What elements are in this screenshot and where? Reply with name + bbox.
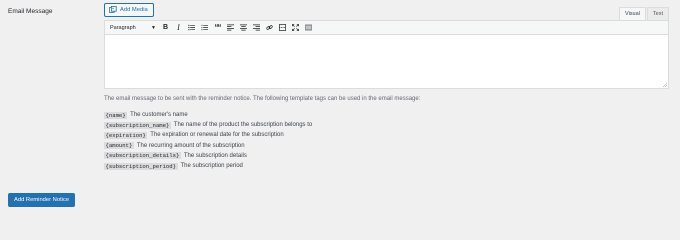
email-message-content-area[interactable] (104, 35, 669, 89)
list-item: {expiration} The expiration or renewal da… (104, 130, 312, 140)
tab-text[interactable]: Text (646, 7, 669, 20)
italic-button[interactable]: I (172, 22, 185, 33)
editor-toolbar: Paragraph ▼ B I ““ (104, 20, 669, 35)
list-item: {subscription_period} The subscription pe… (104, 161, 312, 171)
tag-description: The expiration or renewal date for the s… (150, 132, 284, 139)
email-message-label: Email Message (8, 8, 53, 15)
toolbar-toggle-icon (305, 24, 312, 31)
align-center-button[interactable] (237, 22, 250, 33)
add-media-button[interactable]: Add Media (104, 3, 154, 17)
tag-description: The subscription details (183, 152, 247, 159)
blockquote-button[interactable]: ““ (211, 22, 224, 33)
tag-code: {subscription_period} (104, 162, 178, 170)
fullscreen-icon (292, 24, 299, 31)
align-left-button[interactable] (224, 22, 237, 33)
bullet-list-icon (188, 24, 195, 31)
format-select-value: Paragraph (110, 24, 136, 31)
add-reminder-notice-button[interactable]: Add Reminder Notice (8, 193, 76, 207)
align-left-icon (227, 24, 234, 31)
list-item: {amount} The recurring amount of the subs… (104, 141, 312, 151)
format-select[interactable]: Paragraph ▼ (107, 22, 159, 33)
read-more-icon (279, 24, 286, 31)
align-center-icon (240, 24, 247, 31)
tag-description: The name of the product the subscription… (173, 122, 313, 129)
tag-code: {subscription_name} (104, 121, 171, 129)
tag-description: The customer's name (130, 112, 188, 119)
align-right-icon (253, 24, 260, 31)
link-icon (266, 25, 273, 30)
bullet-list-button[interactable] (185, 22, 198, 33)
email-message-description: The email message to be sent with the re… (104, 96, 421, 102)
toolbar-toggle-button[interactable] (302, 22, 315, 33)
email-message-editor: Add Media Visual Text Paragraph ▼ B I ““ (104, 3, 669, 89)
blockquote-icon: ““ (214, 23, 222, 32)
tag-code: {amount} (104, 142, 134, 150)
add-media-label: Add Media (120, 7, 148, 13)
link-button[interactable] (263, 22, 276, 33)
tag-description: The recurring amount of the subscription (136, 142, 245, 149)
tag-description: The subscription period (180, 163, 243, 170)
tab-visual[interactable]: Visual (619, 7, 646, 20)
bold-button[interactable]: B (159, 22, 172, 33)
italic-icon: I (177, 23, 180, 32)
read-more-button[interactable] (276, 22, 289, 33)
media-icon (109, 6, 117, 13)
list-item: {name} The customer's name (104, 110, 312, 120)
tag-code: {expiration} (104, 131, 148, 139)
bold-icon: B (162, 24, 169, 31)
fullscreen-button[interactable] (289, 22, 302, 33)
list-item: {subscription_name} The name of the produ… (104, 120, 312, 130)
template-tags-list: {name} The customer's name {subscription_… (104, 110, 312, 171)
list-item: {subscription_details} The subscription d… (104, 151, 312, 161)
tag-code: {subscription_details} (104, 152, 181, 160)
tag-code: {name} (104, 111, 128, 119)
resize-handle-icon[interactable] (663, 83, 667, 87)
numbered-list-button[interactable] (198, 22, 211, 33)
dropdown-arrow-icon: ▼ (151, 24, 156, 31)
numbered-list-icon (201, 24, 208, 31)
align-right-button[interactable] (250, 22, 263, 33)
